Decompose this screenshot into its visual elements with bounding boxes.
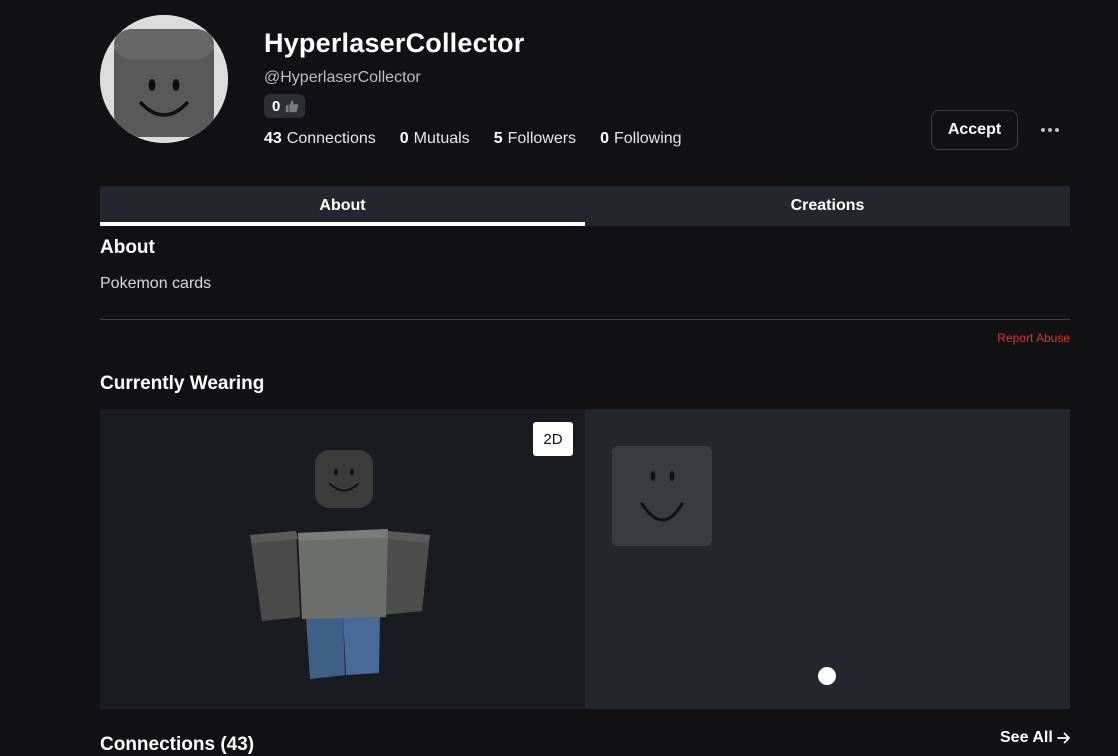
about-heading: About [100, 237, 155, 258]
see-all-link[interactable]: See All [1000, 729, 1071, 747]
currently-wearing-heading: Currently Wearing [100, 373, 265, 394]
more-horizontal-icon [1041, 128, 1059, 132]
carousel-dot[interactable] [818, 667, 836, 685]
like-badge[interactable]: 0 [264, 94, 306, 118]
stat-followers[interactable]: 5 Followers [494, 130, 576, 148]
profile-tabs: About Creations [100, 186, 1070, 226]
profile-avatar[interactable] [100, 15, 228, 143]
divider [100, 319, 1070, 320]
like-count: 0 [272, 97, 281, 115]
wearing-items-panel [585, 409, 1070, 709]
profile-stats: 43 Connections 0 Mutuals 5 Followers 0 Follo… [264, 130, 682, 148]
about-text: Pokemon cards [100, 275, 212, 292]
tab-creations[interactable]: Creations [585, 186, 1070, 226]
avatar-3d-viewer[interactable]: 2D [100, 409, 585, 709]
avatar-head-icon [100, 15, 228, 143]
stat-following[interactable]: 0 Following [600, 130, 682, 148]
smile-face-icon [640, 471, 684, 522]
stat-mutuals[interactable]: 0 Mutuals [400, 130, 470, 148]
stat-connections[interactable]: 43 Connections [264, 130, 376, 148]
tab-about[interactable]: About [100, 186, 585, 226]
arrow-right-icon [1056, 732, 1070, 744]
see-all-label: See All [1000, 729, 1053, 746]
profile-page: HyperlaserCollector @HyperlaserCollector… [0, 0, 1118, 756]
thumbs-up-icon [286, 100, 299, 113]
username: @HyperlaserCollector [264, 69, 421, 86]
more-options-button[interactable] [1036, 118, 1064, 142]
display-name: HyperlaserCollector [264, 28, 525, 58]
avatar-figure [250, 450, 430, 679]
report-abuse-link[interactable]: Report Abuse [997, 331, 1070, 345]
accept-button[interactable]: Accept [931, 110, 1018, 150]
toggle-2d-button[interactable]: 2D [533, 422, 573, 456]
wearing-item-card[interactable] [612, 446, 712, 546]
connections-heading: Connections (43) [100, 734, 255, 755]
